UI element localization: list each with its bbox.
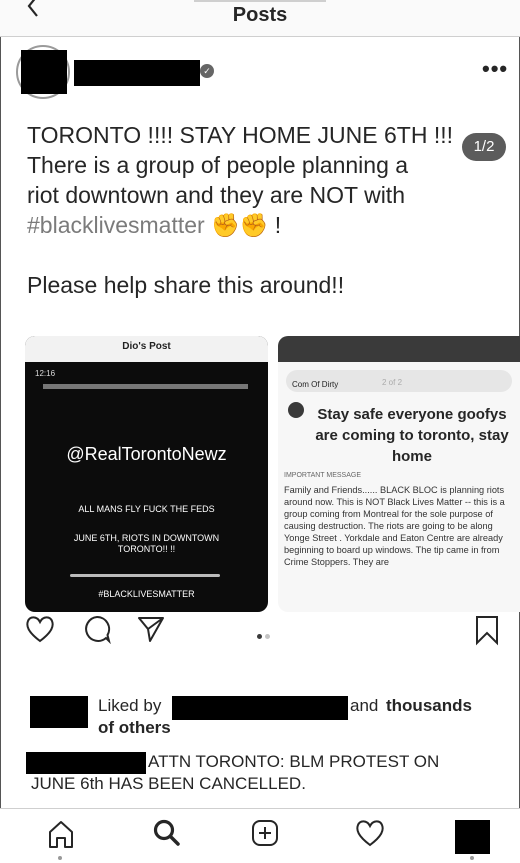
embedded-label: IMPORTANT MESSAGE (284, 472, 362, 479)
comment-text: JUNE 6th HAS BEEN CANCELLED. (31, 774, 306, 793)
username-redacted[interactable] (74, 60, 200, 86)
more-icon[interactable]: ••• (482, 58, 508, 80)
embedded-text-line: JUNE 6TH, RIOTS IN DOWNTOWN TORONTO!! !! (73, 533, 220, 554)
avatar[interactable] (21, 50, 67, 94)
hashtag-link[interactable]: #blacklivesmatter (27, 212, 205, 238)
embedded-status-time: 12:16 (35, 369, 56, 378)
search-icon[interactable] (152, 818, 182, 848)
commenter-redacted[interactable] (26, 752, 146, 774)
carousel-page-badge: 1/2 (462, 133, 506, 161)
send-icon[interactable] (136, 614, 166, 644)
embedded-hashtag: #BLACKLIVESMATTER (98, 589, 195, 599)
embedded-pill-text: Com Of Dirty (292, 380, 339, 389)
embedded-text-line: ALL MANS FLY FUCK THE FEDS (78, 504, 215, 514)
liker-avatar-redacted[interactable] (30, 696, 88, 728)
comment-text: ATTN TORONTO: BLM PROTEST ON (148, 752, 440, 771)
embedded-avatar (288, 402, 304, 418)
likes-of-others[interactable]: of others (98, 718, 171, 738)
top-bar: Posts (0, 0, 520, 37)
nav-dot (470, 856, 474, 860)
profile-avatar-redacted[interactable] (455, 820, 490, 854)
liker-name-redacted[interactable] (172, 696, 348, 720)
title-strip (194, 0, 326, 2)
embedded-divider (70, 574, 220, 577)
caption-exclaim: ! (274, 212, 282, 238)
likes-thousands[interactable]: thousands (386, 696, 472, 716)
bookmark-icon[interactable] (474, 614, 500, 646)
verified-icon: ✓ (200, 64, 214, 78)
embedded-body: Family and Friends...... BLACK BLOC is p… (284, 485, 505, 567)
caption-line: #blacklivesmatter ✊✊ ! (27, 210, 497, 240)
nav-dot (58, 856, 62, 860)
embedded-heading: Stay safe everyone goofys are coming to … (315, 406, 509, 465)
carousel-image-1[interactable]: Dio's Post 12:16 @RealTorontoNewz ALL MA… (25, 336, 268, 612)
caption-line: riot downtown and they are NOT with (27, 182, 405, 208)
embedded-status-bar (278, 336, 520, 362)
caption-line: TORONTO !!!! STAY HOME JUNE 6TH !!! (27, 122, 453, 148)
embedded-pill-count: 2 of 2 (382, 378, 403, 387)
activity-heart-icon[interactable] (354, 818, 386, 848)
raised-fists-icon: ✊✊ (211, 212, 269, 238)
add-icon[interactable] (250, 818, 280, 848)
carousel-dots (257, 626, 273, 644)
comment-icon[interactable] (82, 614, 112, 644)
embedded-progress-bar (43, 384, 248, 389)
liked-by-label: Liked by (98, 696, 162, 715)
page-title: Posts (232, 4, 288, 26)
caption-share-line: Please help share this around!! (27, 272, 345, 298)
embedded-post-title: Dio's Post (25, 336, 268, 362)
likes-and: and (350, 696, 379, 715)
heart-icon[interactable] (24, 614, 56, 644)
carousel-dot-active (257, 634, 262, 639)
post-caption: TORONTO !!!! STAY HOME JUNE 6TH !!! Ther… (27, 120, 497, 300)
carousel-image-2[interactable]: Com Of Dirty 2 of 2 Stay safe everyone g… (278, 336, 520, 612)
caption-line: There is a group of people planning a (27, 152, 409, 178)
home-icon[interactable] (46, 818, 76, 850)
embedded-handle: @RealTorontoNewz (66, 444, 227, 464)
carousel-dot (265, 634, 270, 639)
